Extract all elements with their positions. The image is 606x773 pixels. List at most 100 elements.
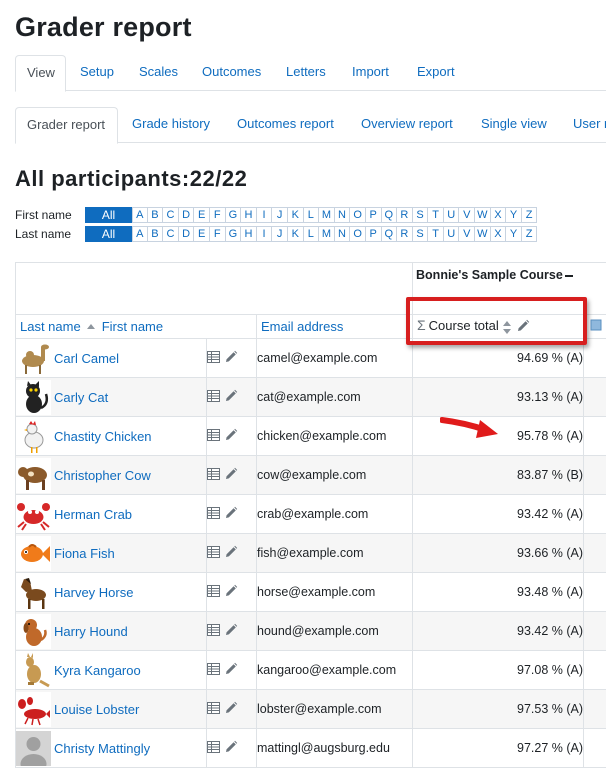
last-initial-g[interactable]: G (225, 226, 242, 242)
first-initial-r[interactable]: R (397, 207, 413, 223)
last-initial-d[interactable]: D (178, 226, 195, 242)
collapse-icon[interactable] (564, 274, 573, 277)
tab-outcomes[interactable]: Outcomes (191, 55, 272, 91)
email-header[interactable]: Email address (255, 314, 414, 339)
course-total-cell[interactable]: 94.69 % (A) (412, 338, 585, 378)
last-initial-o[interactable]: O (350, 226, 366, 242)
course-total-cell[interactable]: 95.78 % (A) (412, 416, 585, 456)
last-initial-m[interactable]: M (319, 226, 335, 242)
avatar[interactable] (16, 652, 51, 688)
edit-pencil-icon[interactable] (224, 506, 238, 523)
last-initial-p[interactable]: P (365, 226, 382, 242)
first-initial-m[interactable]: M (319, 207, 335, 223)
first-initial-o[interactable]: O (350, 207, 366, 223)
student-name-link[interactable]: Herman Crab (54, 507, 132, 522)
course-total-cell[interactable]: 83.87 % (B) (412, 455, 585, 495)
last-initial-e[interactable]: E (194, 226, 210, 242)
first-initial-q[interactable]: Q (381, 207, 398, 223)
first-initial-p[interactable]: P (365, 207, 382, 223)
user-report-icon[interactable] (207, 389, 220, 405)
edit-pencil-icon[interactable] (224, 389, 238, 406)
first-initial-y[interactable]: Y (506, 207, 522, 223)
student-name-link[interactable]: Harvey Horse (54, 585, 133, 600)
user-report-icon[interactable] (207, 506, 220, 522)
first-initial-h[interactable]: H (241, 207, 257, 223)
last-initial-j[interactable]: J (272, 226, 288, 242)
edit-pencil-icon[interactable] (224, 584, 238, 601)
student-name-link[interactable]: Harry Hound (54, 624, 128, 639)
edit-pencil-icon[interactable] (224, 428, 238, 445)
last-initial-w[interactable]: W (475, 226, 491, 242)
avatar[interactable] (16, 730, 51, 766)
avatar[interactable] (16, 340, 51, 376)
tab-user-report[interactable]: User r (562, 107, 606, 143)
first-initial-n[interactable]: N (334, 207, 351, 223)
user-report-icon[interactable] (207, 584, 220, 600)
first-initial-u[interactable]: U (443, 207, 460, 223)
edit-pencil-icon[interactable] (224, 701, 238, 718)
student-name-link[interactable]: Chastity Chicken (54, 429, 152, 444)
edit-pencil-icon[interactable] (224, 545, 238, 562)
first-initial-l[interactable]: L (303, 207, 320, 223)
last-initial-n[interactable]: N (334, 226, 351, 242)
last-initial-y[interactable]: Y (506, 226, 522, 242)
user-report-icon[interactable] (207, 545, 220, 561)
first-initial-e[interactable]: E (194, 207, 210, 223)
first-initial-a[interactable]: A (132, 207, 148, 223)
sort-toggle-icon[interactable] (502, 320, 512, 334)
avatar[interactable] (16, 457, 51, 493)
tab-scales[interactable]: Scales (128, 55, 189, 91)
last-initial-h[interactable]: H (241, 226, 257, 242)
tab-import[interactable]: Import (341, 55, 400, 91)
first-initial-k[interactable]: K (287, 207, 304, 223)
first-initial-s[interactable]: S (412, 207, 429, 223)
last-initial-b[interactable]: B (147, 226, 164, 242)
last-initial-x[interactable]: X (490, 226, 507, 242)
last-initial-c[interactable]: C (163, 226, 179, 242)
first-initial-j[interactable]: J (272, 207, 288, 223)
student-name-link[interactable]: Carl Camel (54, 351, 119, 366)
user-report-icon[interactable] (207, 740, 220, 756)
tab-outcomes-report[interactable]: Outcomes report (226, 107, 345, 143)
user-report-icon[interactable] (207, 623, 220, 639)
student-name-link[interactable]: Christopher Cow (54, 468, 151, 483)
last-initial-all[interactable]: All (85, 226, 132, 242)
last-initial-v[interactable]: V (459, 226, 476, 242)
sort-last-name[interactable]: Last name (20, 319, 81, 334)
edit-pencil-icon[interactable] (224, 350, 238, 367)
student-name-link[interactable]: Fiona Fish (54, 546, 115, 561)
avatar[interactable] (16, 613, 51, 649)
tab-export[interactable]: Export (406, 55, 466, 91)
last-initial-i[interactable]: I (256, 226, 273, 242)
first-initial-z[interactable]: Z (521, 207, 538, 223)
user-report-icon[interactable] (207, 662, 220, 678)
last-initial-z[interactable]: Z (521, 226, 538, 242)
first-initial-c[interactable]: C (163, 207, 179, 223)
tab-overview-report[interactable]: Overview report (350, 107, 464, 143)
tab-grade-history[interactable]: Grade history (121, 107, 221, 143)
last-initial-r[interactable]: R (397, 226, 413, 242)
student-name-link[interactable]: Louise Lobster (54, 702, 139, 717)
tab-grader-report[interactable]: Grader report (15, 107, 118, 144)
first-initial-g[interactable]: G (225, 207, 242, 223)
first-initial-i[interactable]: I (256, 207, 273, 223)
student-name-link[interactable]: Carly Cat (54, 390, 108, 405)
course-total-cell[interactable]: 93.48 % (A) (412, 572, 585, 612)
course-total-cell[interactable]: 97.27 % (A) (412, 728, 585, 768)
user-report-icon[interactable] (207, 350, 220, 366)
user-report-icon[interactable] (207, 428, 220, 444)
sort-first-name[interactable]: First name (102, 319, 163, 334)
course-total-cell[interactable]: 93.42 % (A) (412, 611, 585, 651)
pencil-icon[interactable] (516, 319, 530, 336)
first-initial-t[interactable]: T (428, 207, 444, 223)
first-initial-d[interactable]: D (178, 207, 195, 223)
avatar[interactable] (16, 379, 51, 415)
student-name-link[interactable]: Kyra Kangaroo (54, 663, 141, 678)
avatar[interactable] (16, 496, 51, 532)
last-initial-f[interactable]: F (209, 226, 226, 242)
last-initial-t[interactable]: T (428, 226, 444, 242)
first-initial-f[interactable]: F (209, 207, 226, 223)
user-report-icon[interactable] (207, 467, 220, 483)
course-total-cell[interactable]: 93.66 % (A) (412, 533, 585, 573)
first-initial-all[interactable]: All (85, 207, 132, 223)
